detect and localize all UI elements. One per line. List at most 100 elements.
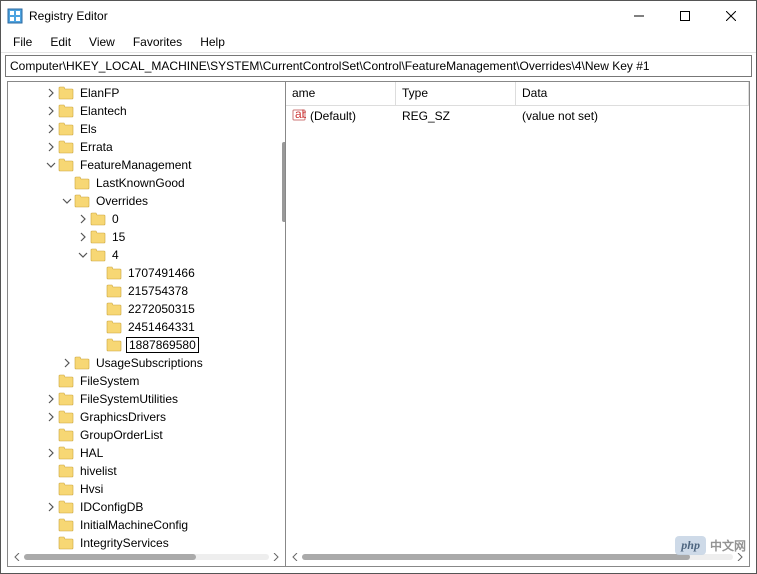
value-data: (value not set) [516, 109, 749, 123]
chevron-right-icon[interactable] [76, 230, 90, 244]
menu-help[interactable]: Help [192, 33, 233, 51]
twisty-none [92, 338, 106, 352]
folder-icon [74, 356, 90, 370]
tree-item[interactable]: Hvsi [8, 480, 285, 498]
tree-item[interactable]: 215754378 [8, 282, 285, 300]
tree-item-label: 0 [110, 212, 121, 226]
tree-item[interactable]: 0 [8, 210, 285, 228]
maximize-button[interactable] [662, 1, 708, 31]
svg-text:ab: ab [295, 108, 306, 121]
window-title: Registry Editor [29, 9, 616, 23]
scroll-left-icon[interactable] [10, 550, 24, 564]
chevron-right-icon[interactable] [44, 86, 58, 100]
tree-item-label: IntegrityServices [78, 536, 171, 550]
folder-icon [58, 140, 74, 154]
folder-icon [58, 464, 74, 478]
chevron-down-icon[interactable] [44, 158, 58, 172]
scroll-thumb[interactable] [24, 554, 196, 560]
tree-item-label: FileSystem [78, 374, 141, 388]
tree-item[interactable]: LastKnownGood [8, 174, 285, 192]
tree-item[interactable]: InitialMachineConfig [8, 516, 285, 534]
tree-item-label: FileSystemUtilities [78, 392, 180, 406]
column-name[interactable]: ame [286, 82, 396, 105]
chevron-right-icon[interactable] [44, 500, 58, 514]
menu-favorites[interactable]: Favorites [125, 33, 190, 51]
folder-icon [74, 194, 90, 208]
tree-item[interactable]: 2272050315 [8, 300, 285, 318]
value-row[interactable]: ab (Default) REG_SZ (value not set) [286, 106, 749, 126]
close-button[interactable] [708, 1, 754, 31]
tree-item[interactable]: Errata [8, 138, 285, 156]
tree-item[interactable]: hivelist [8, 462, 285, 480]
tree-item[interactable]: 2451464331 [8, 318, 285, 336]
folder-icon [106, 320, 122, 334]
watermark: php 中文网 [675, 536, 746, 555]
folder-icon [58, 446, 74, 460]
tree-item[interactable]: IDConfigDB [8, 498, 285, 516]
tree-item[interactable]: HAL [8, 444, 285, 462]
folder-icon [90, 230, 106, 244]
folder-icon [106, 338, 122, 352]
scroll-left-icon[interactable] [288, 550, 302, 564]
tree-item[interactable]: IntegrityServices [8, 534, 285, 550]
chevron-right-icon[interactable] [44, 410, 58, 424]
chevron-right-icon[interactable] [60, 356, 74, 370]
tree-item-label: IDConfigDB [78, 500, 145, 514]
folder-icon [74, 176, 90, 190]
tree-item[interactable]: ElanFP [8, 84, 285, 102]
column-data[interactable]: Data [516, 82, 749, 105]
menu-view[interactable]: View [81, 33, 123, 51]
menu-file[interactable]: File [5, 33, 40, 51]
chevron-right-icon[interactable] [44, 122, 58, 136]
chevron-right-icon[interactable] [44, 104, 58, 118]
chevron-down-icon[interactable] [60, 194, 74, 208]
string-value-icon: ab [292, 108, 306, 125]
tree-item[interactable]: Overrides [8, 192, 285, 210]
address-bar[interactable]: Computer\HKEY_LOCAL_MACHINE\SYSTEM\Curre… [5, 55, 752, 77]
tree-item[interactable]: UsageSubscriptions [8, 354, 285, 372]
folder-icon [58, 158, 74, 172]
folder-icon [58, 374, 74, 388]
tree-item-label: Errata [78, 140, 115, 154]
tree-item[interactable]: 1887869580 [8, 336, 285, 354]
tree-item-label: Hvsi [78, 482, 105, 496]
tree-item[interactable]: 4 [8, 246, 285, 264]
column-type[interactable]: Type [396, 82, 516, 105]
folder-icon [58, 392, 74, 406]
tree-item-label: ElanFP [78, 86, 121, 100]
watermark-text: 中文网 [710, 537, 746, 554]
twisty-none [44, 374, 58, 388]
registry-tree[interactable]: ElanFP Elantech Els Errata FeatureManagement… [8, 82, 285, 550]
tree-hscrollbar[interactable] [10, 550, 283, 564]
tree-item[interactable]: 1707491466 [8, 264, 285, 282]
tree-item[interactable]: 15 [8, 228, 285, 246]
folder-icon [106, 302, 122, 316]
menu-bar: File Edit View Favorites Help [1, 31, 756, 53]
menu-edit[interactable]: Edit [42, 33, 79, 51]
tree-item-label: Els [78, 122, 99, 136]
folder-icon [58, 86, 74, 100]
chevron-right-icon[interactable] [44, 140, 58, 154]
tree-item[interactable]: Els [8, 120, 285, 138]
folder-icon [106, 284, 122, 298]
tree-item[interactable]: GraphicsDrivers [8, 408, 285, 426]
value-list[interactable]: ab (Default) REG_SZ (value not set) [286, 106, 749, 566]
chevron-right-icon[interactable] [44, 392, 58, 406]
tree-item[interactable]: GroupOrderList [8, 426, 285, 444]
tree-item[interactable]: Elantech [8, 102, 285, 120]
watermark-logo: php [675, 536, 706, 555]
chevron-right-icon[interactable] [76, 212, 90, 226]
tree-item[interactable]: FileSystem [8, 372, 285, 390]
folder-icon [106, 266, 122, 280]
minimize-button[interactable] [616, 1, 662, 31]
tree-item[interactable]: FeatureManagement [8, 156, 285, 174]
scroll-thumb[interactable] [302, 554, 690, 560]
folder-icon [90, 212, 106, 226]
work-area: ElanFP Elantech Els Errata FeatureManagement… [7, 81, 750, 567]
chevron-right-icon[interactable] [44, 446, 58, 460]
tree-item[interactable]: FileSystemUtilities [8, 390, 285, 408]
chevron-down-icon[interactable] [76, 248, 90, 262]
tree-item-label: 1707491466 [126, 266, 197, 280]
scroll-right-icon[interactable] [269, 550, 283, 564]
twisty-none [92, 302, 106, 316]
